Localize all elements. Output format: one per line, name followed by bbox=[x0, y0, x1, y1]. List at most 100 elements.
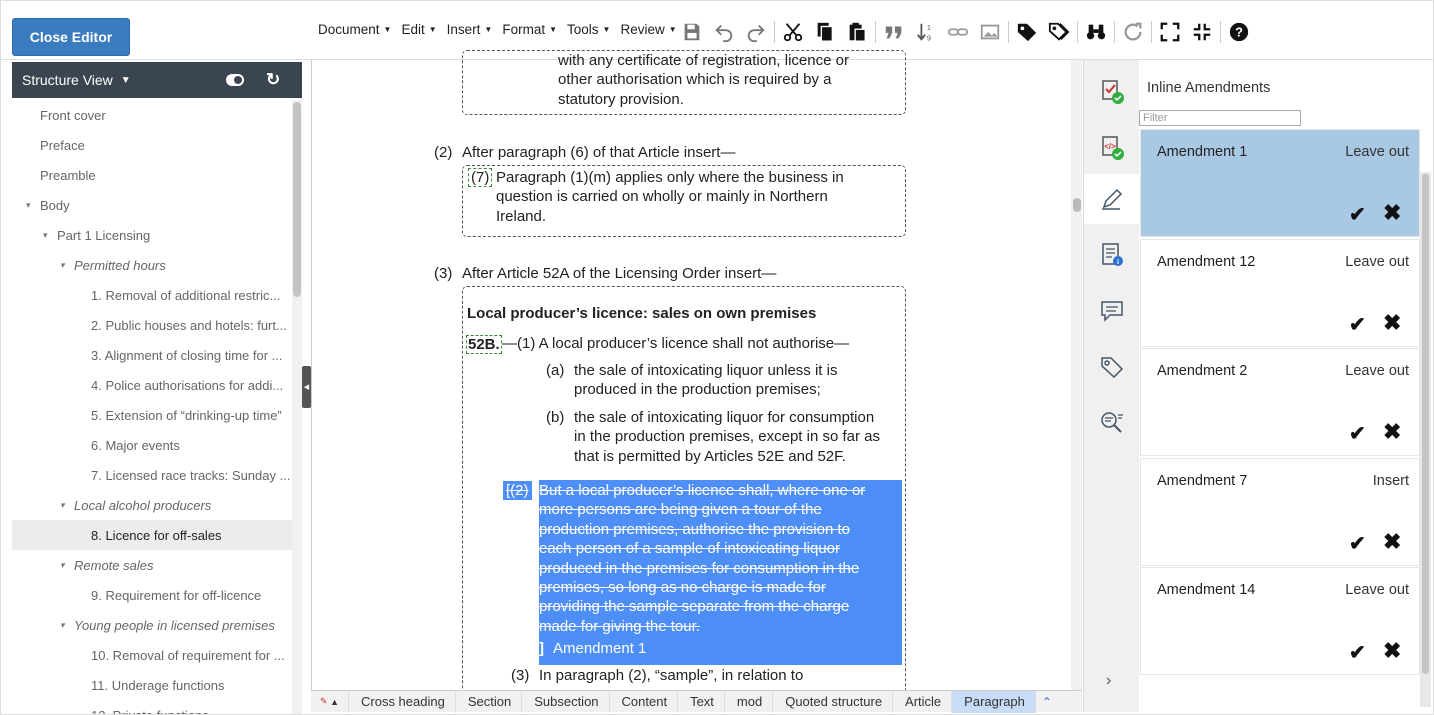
accept-icon[interactable]: ✔ bbox=[1349, 312, 1366, 337]
menu-format[interactable]: Format ▼ bbox=[502, 22, 557, 37]
item-text[interactable]: the sale of intoxicating liquor for cons… bbox=[574, 408, 880, 466]
accept-icon[interactable]: ✔ bbox=[1349, 640, 1366, 665]
paragraph-text[interactable]: After Article 52A of the Licensing Order… bbox=[462, 264, 776, 283]
chevron-down-icon[interactable]: ▼ bbox=[121, 75, 131, 86]
tree-item[interactable]: ▾ Remote sales bbox=[12, 550, 292, 580]
amendment-marker[interactable]: Amendment 1 bbox=[553, 639, 646, 658]
menu-edit[interactable]: Edit ▼ bbox=[401, 22, 436, 37]
paste-icon[interactable] bbox=[841, 18, 873, 46]
paragraph-text[interactable]: In paragraph (2), “sample”, in relation … bbox=[539, 666, 803, 685]
article-intro[interactable]: —(1) A local producer’s licence shall no… bbox=[502, 334, 849, 353]
fullscreen-icon[interactable] bbox=[1154, 18, 1186, 46]
tree-item[interactable]: 12. Private functions bbox=[12, 700, 292, 715]
tag-icon[interactable] bbox=[1011, 18, 1043, 46]
comments-icon[interactable] bbox=[1084, 286, 1140, 336]
tree-item[interactable]: 9. Requirement for off-licence bbox=[12, 580, 292, 610]
expand-sidebar-icon[interactable]: › bbox=[1106, 672, 1111, 690]
reject-icon[interactable]: ✖ bbox=[1383, 310, 1401, 336]
tree-item[interactable]: 8. Licence for off-sales bbox=[12, 520, 292, 550]
tree-item[interactable]: 6. Major events bbox=[12, 430, 292, 460]
amendment-card[interactable]: Amendment 7 Insert ✔ ✖ bbox=[1141, 458, 1419, 565]
breadcrumb-item[interactable]: Section bbox=[456, 690, 523, 713]
tags-icon[interactable] bbox=[1084, 342, 1140, 392]
tree-item[interactable]: Front cover bbox=[12, 100, 292, 130]
refresh-icon[interactable] bbox=[1117, 18, 1149, 46]
document-info-icon[interactable]: i bbox=[1084, 230, 1140, 280]
menu-document[interactable]: Document ▼ bbox=[318, 22, 391, 37]
tree-item[interactable]: 5. Extension of “drinking-up time” bbox=[12, 400, 292, 430]
tree-item[interactable]: ▾ Local alcohol producers bbox=[12, 490, 292, 520]
panel-scrollbar[interactable] bbox=[1420, 172, 1431, 707]
help-icon[interactable]: ? bbox=[1223, 18, 1255, 46]
chevron-down-icon[interactable]: ▾ bbox=[60, 260, 74, 271]
reject-icon[interactable]: ✖ bbox=[1383, 529, 1401, 555]
chevron-down-icon[interactable]: ▾ bbox=[60, 620, 74, 631]
breadcrumb-item[interactable]: Content bbox=[610, 690, 679, 713]
item-text[interactable]: the sale of intoxicating liquor unless i… bbox=[574, 361, 837, 400]
save-icon[interactable] bbox=[676, 18, 708, 46]
amendments-icon[interactable] bbox=[1084, 174, 1140, 224]
breadcrumb-item[interactable]: Paragraph bbox=[952, 690, 1036, 713]
breadcrumb-item[interactable]: Text bbox=[678, 690, 725, 713]
scrollbar-thumb[interactable] bbox=[1422, 174, 1429, 674]
quote-icon[interactable] bbox=[878, 18, 910, 46]
tree-item[interactable]: 11. Underage functions bbox=[12, 670, 292, 700]
tree-item[interactable]: 2. Public houses and hotels: furt... bbox=[12, 310, 292, 340]
scrollbar-thumb[interactable] bbox=[293, 102, 301, 297]
tree-item[interactable]: 7. Licensed race tracks: Sunday ... bbox=[12, 460, 292, 490]
xml-validate-icon[interactable]: </> bbox=[1084, 122, 1140, 172]
sort-icon[interactable]: 19 bbox=[910, 18, 942, 46]
tree-item[interactable]: Preface bbox=[12, 130, 292, 160]
link-icon[interactable] bbox=[942, 18, 974, 46]
tree-item[interactable]: ▾ Body bbox=[12, 190, 292, 220]
copy-icon[interactable] bbox=[809, 18, 841, 46]
tags-icon[interactable] bbox=[1043, 18, 1075, 46]
amendment-card[interactable]: Amendment 12 Leave out ✔ ✖ bbox=[1141, 239, 1419, 346]
breadcrumb-item[interactable]: mod bbox=[725, 690, 774, 713]
chevron-down-icon[interactable]: ▾ bbox=[60, 560, 74, 571]
chevron-down-icon[interactable]: ▾ bbox=[26, 200, 40, 211]
amendment-card[interactable]: Amendment 2 Leave out ✔ ✖ bbox=[1141, 349, 1419, 455]
collapse-panel-handle[interactable]: ◀ bbox=[302, 366, 311, 408]
close-editor-button[interactable]: Close Editor bbox=[12, 18, 130, 56]
filter-input[interactable]: Filter bbox=[1139, 110, 1301, 126]
structure-view-title[interactable]: Structure View bbox=[22, 72, 113, 88]
tree-item[interactable]: 10. Removal of requirement for ... bbox=[12, 640, 292, 670]
reject-icon[interactable]: ✖ bbox=[1383, 638, 1401, 664]
quoted-paragraph-text[interactable]: Paragraph (1)(m) applies only where the … bbox=[496, 168, 844, 226]
search-text-icon[interactable] bbox=[1084, 398, 1140, 448]
cut-icon[interactable] bbox=[777, 18, 809, 46]
top-box-text[interactable]: with any certificate of registration, li… bbox=[558, 51, 849, 109]
deleted-paragraph-text[interactable]: But a local producer’s licence shall, wh… bbox=[539, 481, 865, 636]
tree-item[interactable]: Preamble bbox=[12, 160, 292, 190]
chevron-down-icon[interactable]: ▾ bbox=[43, 230, 57, 241]
expand-up-icon[interactable]: ⌃ bbox=[1042, 695, 1052, 709]
structure-scrollbar[interactable] bbox=[292, 100, 302, 715]
scrollbar-thumb[interactable] bbox=[1073, 198, 1081, 212]
refresh-icon[interactable]: ↻ bbox=[266, 70, 280, 90]
undo-icon[interactable] bbox=[708, 18, 740, 46]
toggle-icon[interactable] bbox=[226, 74, 244, 86]
menu-review[interactable]: Review ▼ bbox=[620, 22, 676, 37]
amendment-card[interactable]: Amendment 1 Leave out ✔ ✖ bbox=[1141, 130, 1419, 236]
editor-scrollbar[interactable] bbox=[1071, 60, 1082, 690]
tree-item[interactable]: 1. Removal of additional restric... bbox=[12, 280, 292, 310]
accept-icon[interactable]: ✔ bbox=[1349, 202, 1366, 227]
menu-tools[interactable]: Tools ▼ bbox=[567, 22, 610, 37]
accept-icon[interactable]: ✔ bbox=[1349, 531, 1366, 556]
tree-item[interactable]: 3. Alignment of closing time for ... bbox=[12, 340, 292, 370]
breadcrumb-item[interactable]: Quoted structure bbox=[773, 690, 894, 713]
tree-item[interactable]: ▾ Permitted hours bbox=[12, 250, 292, 280]
breadcrumb-item[interactable]: Subsection bbox=[522, 690, 610, 713]
exit-fullscreen-icon[interactable] bbox=[1186, 18, 1218, 46]
breadcrumb-item[interactable]: Cross heading bbox=[349, 690, 456, 713]
tree-item[interactable]: 4. Police authorisations for addi... bbox=[12, 370, 292, 400]
reject-icon[interactable]: ✖ bbox=[1383, 419, 1401, 445]
tree-item[interactable]: ▾ Part 1 Licensing bbox=[12, 220, 292, 250]
track-changes-icon[interactable] bbox=[1084, 66, 1140, 116]
chevron-down-icon[interactable]: ▾ bbox=[60, 500, 74, 511]
find-icon[interactable] bbox=[1080, 18, 1112, 46]
reject-icon[interactable]: ✖ bbox=[1383, 200, 1401, 226]
cross-heading[interactable]: Local producer’s licence: sales on own p… bbox=[467, 304, 816, 323]
no-spellcheck-icon[interactable]: ✎ ▲ bbox=[311, 690, 349, 713]
